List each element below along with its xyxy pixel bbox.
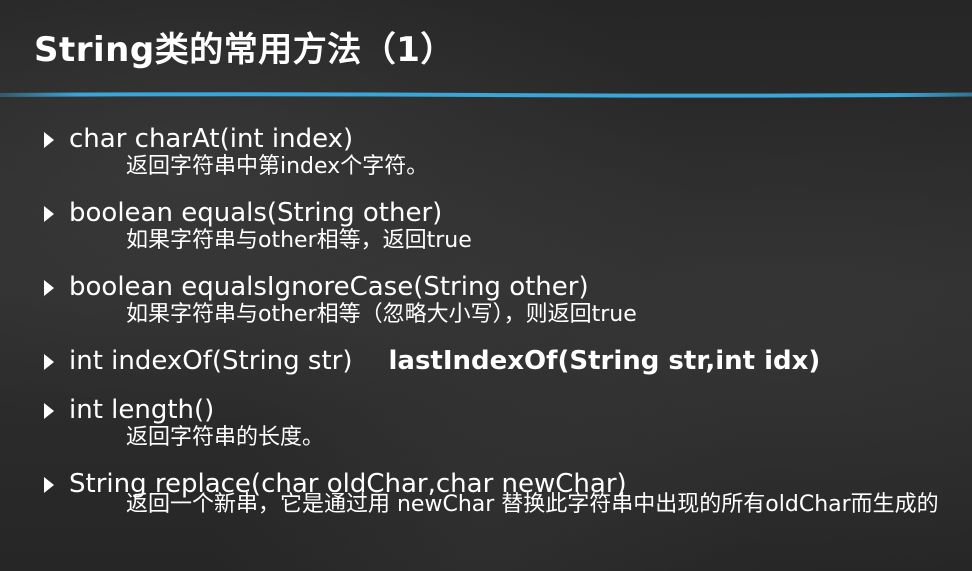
method-description: 如果字符串与other相等，返回true xyxy=(126,228,472,253)
method-description: 返回字符串中第index个字符。 xyxy=(126,154,429,179)
method-signature: char charAt(int index) xyxy=(69,124,354,154)
method-signature-lastIndexOf: lastIndexOf(String str,int idx) xyxy=(388,346,821,376)
method-description: 返回字符串的长度。 xyxy=(126,425,325,450)
method-signature: int indexOf(String str) lastIndexOf(Strin… xyxy=(69,346,820,376)
bullet-arrow-icon xyxy=(44,280,54,296)
bullet-arrow-icon xyxy=(44,354,54,370)
method-description: 如果字符串与other相等（忽略大小写），则返回true xyxy=(126,302,637,327)
bullet-arrow-icon xyxy=(44,206,54,222)
method-signature-indexOf: int indexOf(String str) xyxy=(69,346,353,376)
method-signature: boolean equals(String other) xyxy=(69,198,443,228)
slide-title: String类的常用方法（1） xyxy=(34,30,455,70)
slide: String类的常用方法（1） char charAt(int index) 返… xyxy=(0,0,972,571)
bullet-arrow-icon xyxy=(44,477,54,493)
bullet-arrow-icon xyxy=(44,132,54,148)
method-signature: int length() xyxy=(69,395,215,425)
method-signature: boolean equalsIgnoreCase(String other) xyxy=(69,272,589,302)
bullet-arrow-icon xyxy=(44,403,54,419)
method-description: 返回一个新串，它是通过用 newChar 替换此字符串中出现的所有oldChar… xyxy=(126,492,939,517)
title-underline xyxy=(0,92,972,98)
